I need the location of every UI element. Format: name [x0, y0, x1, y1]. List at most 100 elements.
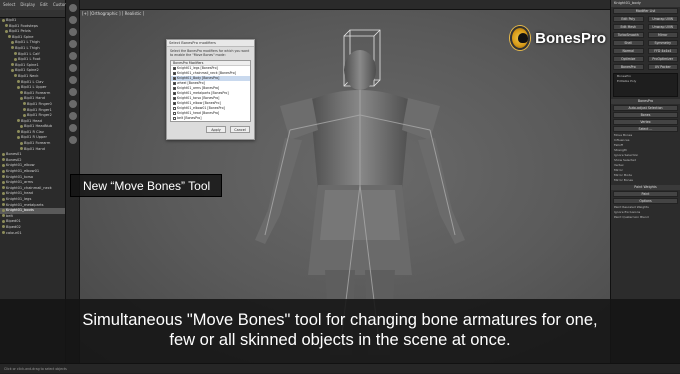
move-bones-callout: New “Move Bones” Tool	[70, 174, 222, 197]
tree-item-label: Bip01 L Foot	[18, 57, 41, 62]
modifier-button[interactable]: Normal	[613, 48, 644, 54]
dialog-title[interactable]: Select BonesPro modifiers	[167, 40, 254, 47]
explorer-menu-select[interactable]: Select	[3, 2, 15, 8]
shape-icon[interactable]	[68, 28, 77, 36]
rollout-button[interactable]: Bones	[613, 112, 678, 118]
modifier-item-label: belt [BonesPro]	[177, 116, 202, 120]
light-icon[interactable]	[68, 40, 77, 48]
modifier-checkbox[interactable]	[173, 101, 176, 105]
modifier-listbox[interactable]: BonesPro Modifiers Knight01_legs [BonesP…	[170, 60, 251, 122]
rollout-button[interactable]: Auto-adjust Selection	[613, 105, 678, 111]
modifier-button[interactable]: Edit Poly	[613, 16, 644, 22]
paint-weights-title[interactable]: Paint Weights	[611, 185, 680, 190]
camera-icon[interactable]	[68, 52, 77, 60]
bone-icon	[11, 63, 14, 67]
modifier-button[interactable]: TurboSmooth	[613, 32, 644, 38]
bone-icon	[20, 141, 23, 145]
bone-icon	[2, 163, 5, 167]
modifier-checkbox[interactable]	[173, 66, 176, 70]
paint-option[interactable]: Options	[613, 198, 678, 204]
bone-icon	[2, 175, 5, 179]
modifier-button[interactable]: Edit Mesh	[613, 24, 644, 30]
helper-icon[interactable]	[68, 64, 77, 72]
space-warp-icon[interactable]	[68, 76, 77, 84]
paint-option[interactable]: Paint Quaternion Blend	[611, 215, 680, 220]
bone-icon	[2, 197, 5, 201]
bone-icon	[23, 108, 26, 111]
modifier-checkbox[interactable]	[173, 71, 176, 75]
object-name-field[interactable]: Knight01_body	[611, 0, 680, 7]
dialog-description: Select the BonesPro modifiers for which …	[170, 49, 250, 57]
modifier-item-label: Knight01_elbow [BonesPro]	[177, 101, 221, 105]
modifier-button[interactable]: BonesPro	[613, 64, 644, 70]
bone-icon	[11, 46, 14, 50]
tree-item-label: Bip01 Spine	[12, 34, 34, 39]
tree-item-label: Knight01_metalparts	[6, 202, 44, 207]
tree-item-label: Bip01 Footsteps	[9, 23, 38, 28]
bone-icon	[20, 91, 23, 95]
rollout-button[interactable]: Select ...	[613, 126, 678, 132]
bone-icon	[17, 119, 20, 123]
bone-icon	[2, 203, 5, 207]
modifier-button[interactable]: UV Packer	[647, 64, 678, 70]
bone-icon[interactable]	[68, 88, 77, 96]
modifier-button[interactable]: Unwrap UVW	[647, 24, 678, 30]
hide-icon[interactable]	[68, 124, 77, 132]
modifier-button[interactable]: Mirror	[647, 32, 678, 38]
tree-item-label: Bip01 L Clav	[21, 79, 44, 84]
bone-icon	[17, 80, 20, 84]
viewport-toolbar	[80, 0, 610, 10]
tree-item-label: Bip01 Spine1	[15, 62, 39, 67]
modifier-button[interactable]: Unwrap UVW	[647, 16, 678, 22]
cancel-button[interactable]: Cancel	[230, 126, 250, 133]
xref-icon[interactable]	[68, 112, 77, 120]
modifier-item-label: Knight01_torso [BonesPro]	[177, 96, 220, 100]
modifier-checkbox[interactable]	[173, 81, 176, 85]
modifier-checkbox[interactable]	[173, 116, 176, 120]
caption-line-1: Simultaneous "Move Bones" tool for chang…	[82, 311, 598, 329]
explorer-menu-edit[interactable]: Edit	[40, 2, 48, 8]
explorer-toolbar	[0, 10, 65, 18]
modifier-checkbox[interactable]	[173, 86, 176, 90]
bone-icon	[14, 57, 17, 61]
tree-item-label: Bip01 Hand	[24, 146, 45, 151]
modifier-button[interactable]: Symmetry	[647, 40, 678, 46]
geometry-icon[interactable]	[68, 16, 77, 24]
bone-icon	[23, 102, 26, 106]
tree-item-label: Knight01_head	[6, 191, 33, 196]
rollout-title[interactable]: BonesPro	[611, 99, 680, 104]
tree-item-label: Knight01_elbow	[6, 163, 35, 168]
freeze-icon[interactable]	[68, 136, 77, 144]
modifier-list-dropdown[interactable]: Modifier List	[613, 8, 678, 14]
modifier-checkbox[interactable]	[173, 111, 176, 115]
modifier-stack[interactable]: BonesPro Editable Poly	[613, 73, 678, 97]
paint-option[interactable]: Paint	[613, 191, 678, 197]
modifier-checkbox[interactable]	[173, 76, 176, 80]
modifier-checkbox[interactable]	[173, 96, 176, 100]
stack-item[interactable]: Editable Poly	[614, 79, 677, 84]
group-icon[interactable]	[68, 100, 77, 108]
tree-item-label: Bip01 Spine2	[15, 68, 39, 73]
tree-item[interactable]: colour01	[0, 231, 65, 237]
bone-icon	[8, 35, 11, 39]
bonespro-logo: BonesPro	[510, 23, 606, 53]
filter-icon[interactable]	[68, 4, 77, 12]
viewport-label[interactable]: [+] [Orthographic ] [ Realistic ]	[82, 11, 144, 16]
tree-item-label: Bip01 Forearm	[24, 90, 51, 95]
modifier-checkbox[interactable]	[173, 106, 176, 110]
modifier-button[interactable]: Optimize	[613, 56, 644, 62]
explorer-tree: Bip01 Bip01 Footsteps Bip01 Pelvis Bip01 Sp…	[0, 18, 65, 236]
apply-button[interactable]: Apply	[206, 126, 226, 133]
modifier-list-item[interactable]: belt [BonesPro]	[171, 116, 250, 121]
tree-item-label: Bip01 R Clav	[21, 129, 44, 134]
bone-icon	[11, 40, 14, 44]
modifier-button[interactable]: FFD 4x4x4	[647, 48, 678, 54]
rollout-option[interactable]: Mirror Bones	[611, 178, 680, 183]
modifier-button[interactable]: Shell	[613, 40, 644, 46]
tree-item-label: Bip01 Finger0	[27, 101, 52, 106]
modifier-checkbox[interactable]	[173, 91, 176, 95]
modifier-button[interactable]: ProOptimizer	[647, 56, 678, 62]
tree-item-label: Bip01 L Thigh	[15, 45, 40, 50]
explorer-menu-display[interactable]: Display	[20, 2, 35, 8]
rollout-button[interactable]: Vertex	[613, 119, 678, 125]
